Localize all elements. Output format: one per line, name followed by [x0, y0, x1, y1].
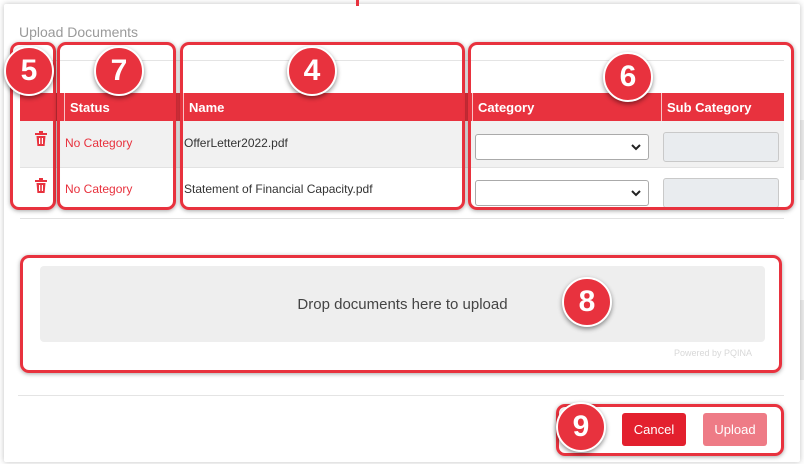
- step-badge: 7: [94, 46, 144, 96]
- divider: [18, 395, 784, 396]
- step-badge: 5: [4, 46, 54, 96]
- row-divider: [20, 218, 784, 219]
- dialog-title: Upload Documents: [19, 24, 139, 40]
- step-badge: 8: [562, 277, 612, 327]
- step-badge: 9: [556, 402, 606, 452]
- header-accent: [356, 0, 359, 6]
- highlight-drop-zone: [20, 255, 782, 373]
- step-badge: 6: [603, 52, 653, 102]
- step-badge: 4: [287, 46, 337, 96]
